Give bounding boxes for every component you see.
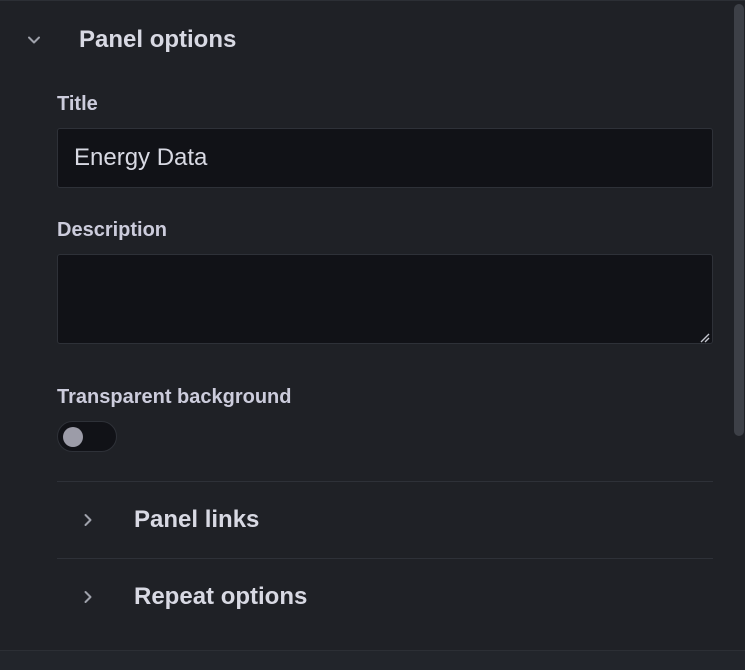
- resize-grip-icon[interactable]: [699, 330, 710, 343]
- transparent-background-label: Transparent background: [57, 386, 292, 408]
- chevron-down-icon: [24, 30, 44, 50]
- repeat-options-header[interactable]: Repeat options: [78, 580, 307, 614]
- toggle-knob: [63, 427, 83, 447]
- transparent-background-toggle[interactable]: [57, 421, 117, 452]
- divider: [57, 558, 713, 559]
- scrollbar[interactable]: [731, 1, 745, 650]
- repeat-options-label: Repeat options: [134, 583, 308, 610]
- panel-options-pane: Panel options Title Description Transpar…: [0, 0, 745, 670]
- title-input[interactable]: [57, 128, 713, 188]
- panel-options-label: Panel options: [79, 26, 237, 53]
- panel-options-header[interactable]: Panel options: [24, 23, 236, 57]
- title-label: Title: [57, 93, 98, 115]
- chevron-right-icon: [78, 510, 98, 530]
- scrollbar-thumb[interactable]: [734, 4, 744, 436]
- description-textarea[interactable]: [57, 254, 713, 344]
- divider: [57, 481, 713, 482]
- description-label: Description: [57, 219, 168, 241]
- panel-links-header[interactable]: Panel links: [78, 503, 259, 537]
- panel-links-label: Panel links: [134, 506, 260, 533]
- bottom-strip: [0, 650, 745, 670]
- chevron-right-icon: [78, 587, 98, 607]
